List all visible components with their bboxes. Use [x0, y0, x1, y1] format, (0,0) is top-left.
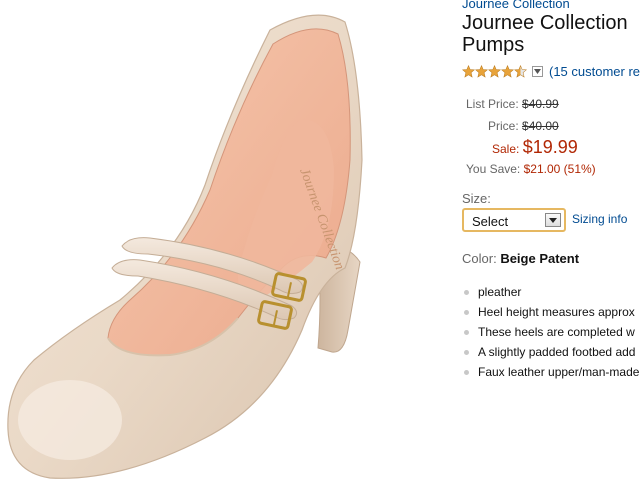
size-label: Size:: [462, 191, 491, 206]
chevron-down-icon[interactable]: [545, 213, 561, 227]
color-value: Beige Patent: [500, 251, 580, 266]
price-value: $40.00: [522, 119, 559, 133]
product-title: Journee Collection Pumps: [462, 12, 628, 56]
you-save-value: $21.00 (51%): [523, 162, 596, 176]
star-rating[interactable]: [462, 64, 527, 78]
bullet-icon: [464, 349, 469, 355]
price-label: Price:: [488, 119, 519, 133]
rating-row: (15 customer rev: [462, 64, 640, 79]
brand-link[interactable]: Journee Collection: [462, 0, 570, 11]
star-full-icon: [501, 64, 514, 78]
list-price-label: List Price:: [466, 97, 519, 111]
star-full-icon: [462, 64, 475, 78]
sizing-info-link[interactable]: Sizing info: [572, 212, 627, 226]
bullet-text: pleather: [478, 285, 522, 299]
you-save-label: You Save:: [466, 162, 521, 176]
customer-reviews-link[interactable]: (15 customer rev: [549, 64, 640, 79]
list-item: Faux leather upper/man-made: [462, 364, 639, 380]
star-full-icon: [488, 64, 501, 78]
product-detail-panel: Journee Collection Journee Collection Pu…: [462, 0, 640, 486]
list-item: These heels are completed w: [462, 324, 635, 340]
bullet-text: Faux leather upper/man-made: [478, 365, 640, 379]
star-half-icon: [514, 64, 527, 78]
product-title-line2: Pumps: [462, 34, 525, 56]
color-label: Color:: [462, 251, 497, 266]
bullet-icon: [464, 369, 469, 375]
sale-price-row: Sale: $19.99: [492, 137, 578, 158]
rating-dropdown-icon[interactable]: [532, 65, 543, 77]
sale-label: Sale:: [492, 142, 520, 156]
bullet-icon: [464, 329, 469, 335]
beige-pump-shoe-image: Journee Collection: [7, 14, 363, 479]
you-save-row: You Save: $21.00 (51%): [466, 162, 596, 176]
product-title-line1: Journee Collection: [462, 12, 628, 34]
list-item: A slightly padded footbed add: [462, 344, 635, 360]
sale-price-value: $19.99: [522, 137, 578, 157]
list-item: Heel height measures approx: [462, 304, 635, 320]
star-full-icon: [475, 64, 488, 78]
bullet-icon: [464, 289, 469, 295]
bullet-text: Heel height measures approx: [478, 305, 635, 319]
bullet-icon: [464, 309, 469, 315]
price-row: Price: $40.00: [488, 119, 559, 133]
size-select[interactable]: Select: [462, 208, 566, 232]
bullet-text: These heels are completed w: [478, 325, 635, 339]
list-price-value: $40.99: [522, 97, 559, 111]
list-price-row: List Price: $40.99: [466, 97, 559, 111]
size-select-value: Select: [472, 214, 509, 229]
product-image[interactable]: Journee Collection: [0, 0, 450, 486]
color-row: Color: Beige Patent: [462, 251, 579, 266]
bullet-text: A slightly padded footbed add: [478, 345, 636, 359]
list-item: pleather: [462, 284, 521, 300]
